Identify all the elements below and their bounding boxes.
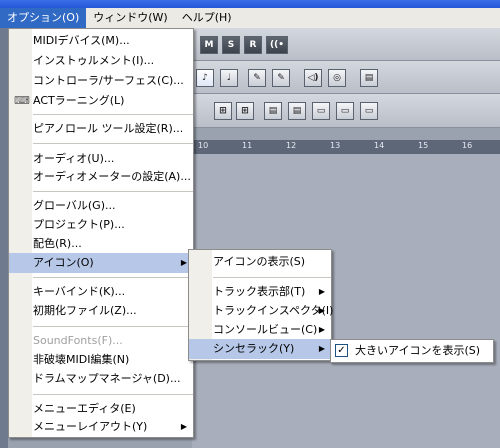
menu-item-colors[interactable]: 配色(R)... bbox=[9, 234, 193, 254]
menu-item-soundfonts: SoundFonts(F)... bbox=[33, 334, 123, 347]
submenu-arrow-icon: ▶ bbox=[180, 258, 187, 267]
menu-item-global[interactable]: グローバル(G)... bbox=[9, 196, 193, 216]
synth-rack-submenu: ✓ 大きいアイコンを表示(S) bbox=[330, 339, 494, 363]
submenu-arrow-icon: ▶ bbox=[180, 422, 187, 431]
view-window-icon[interactable]: ▭ bbox=[360, 102, 378, 120]
menu-item-project[interactable]: プロジェクト(P)... bbox=[9, 215, 193, 235]
note-tool-icon[interactable]: ♪ bbox=[196, 69, 214, 87]
menu-item-label: シンセラック(Y) bbox=[213, 342, 295, 355]
menu-item-nondestructive-midi[interactable]: 非破壊MIDI編集(N) bbox=[9, 350, 193, 370]
submenu-arrow-icon: ▶ bbox=[318, 325, 325, 334]
menu-item-drum-map-manager[interactable]: ドラムマップマネージャ(D)... bbox=[9, 369, 193, 389]
menu-item-label: アイコン(O) bbox=[33, 256, 94, 269]
options-menu: MIDIデバイス(M)... インストゥルメント(I)... コントローラ/サー… bbox=[8, 28, 194, 438]
menu-item-act-learning[interactable]: ⌨ ACTラーニング(L) bbox=[9, 91, 193, 111]
submenu-arrow-icon: ▶ bbox=[318, 306, 325, 315]
quarter-note-icon[interactable]: ♩ bbox=[220, 69, 238, 87]
edit-tool-icon[interactable]: ✎ bbox=[248, 69, 266, 87]
record-arm-button[interactable]: R bbox=[244, 36, 262, 54]
menu-item-audio-meter-settings[interactable]: オーディオメーターの設定(A)... bbox=[9, 167, 193, 187]
properties-icon[interactable]: ▤ bbox=[360, 69, 378, 87]
menu-item-label: コンソールビュー(C) bbox=[213, 323, 318, 336]
menu-item-show-icons[interactable]: アイコンの表示(S) bbox=[189, 252, 331, 272]
menu-item-track-view[interactable]: トラック表示部(T) ▶ bbox=[189, 282, 331, 302]
menu-item-midi-devices[interactable]: MIDIデバイス(M)... bbox=[9, 31, 193, 51]
ruler-tick: 11 bbox=[242, 141, 253, 150]
view-clip-icon[interactable]: ▭ bbox=[336, 102, 354, 120]
view-panel-icon[interactable]: ▭ bbox=[312, 102, 330, 120]
ruler-tick: 15 bbox=[418, 141, 429, 150]
act-learning-icon: ⌨ bbox=[14, 94, 30, 107]
fit-grid-icon[interactable]: ⊞ bbox=[236, 102, 254, 120]
menu-item-instruments[interactable]: インストゥルメント(I)... bbox=[9, 51, 193, 71]
menu-item-label: トラック表示部(T) bbox=[213, 285, 306, 298]
submenu-arrow-icon: ▶ bbox=[318, 287, 325, 296]
menu-window[interactable]: ウィンドウ(W) bbox=[86, 8, 174, 28]
menu-item-label: 大きいアイコンを表示(S) bbox=[355, 344, 481, 357]
menu-item-console-view[interactable]: コンソールビュー(C) ▶ bbox=[189, 320, 331, 340]
ruler-tick: 10 bbox=[198, 141, 209, 150]
menu-item-key-bindings[interactable]: キーバインド(K)... bbox=[9, 282, 193, 302]
input-echo-button[interactable]: ((• bbox=[266, 36, 288, 54]
ruler-tick: 16 bbox=[462, 141, 473, 150]
menu-bar: オプション(O) ウィンドウ(W) ヘルプ(H) bbox=[0, 8, 500, 28]
solo-button[interactable]: S bbox=[222, 36, 240, 54]
menu-item-audio[interactable]: オーディオ(U)... bbox=[9, 149, 193, 169]
menu-item-label: メニューレイアウト(Y) bbox=[33, 420, 148, 433]
menu-separator bbox=[33, 114, 193, 115]
menu-item-icons[interactable]: アイコン(O) ▶ bbox=[9, 253, 193, 273]
menu-separator bbox=[33, 394, 193, 395]
menu-item-init-files[interactable]: 初期化ファイル(Z)... bbox=[9, 301, 193, 321]
menu-item-show-large-icons[interactable]: ✓ 大きいアイコンを表示(S) bbox=[331, 341, 493, 361]
menu-separator bbox=[33, 143, 193, 144]
mute-button[interactable]: M bbox=[200, 36, 218, 54]
menu-item-pianoroll-tools[interactable]: ピアノロール ツール設定(R)... bbox=[9, 119, 193, 139]
submenu-arrow-icon: ▶ bbox=[318, 344, 325, 353]
icons-submenu: アイコンの表示(S) トラック表示部(T) ▶ トラックインスペクタ(I) ▶ … bbox=[188, 249, 334, 361]
view-track-icon[interactable]: ▤ bbox=[288, 102, 306, 120]
menu-item-track-inspector[interactable]: トラックインスペクタ(I) ▶ bbox=[189, 301, 334, 321]
checked-icon: ✓ bbox=[335, 344, 348, 357]
menu-item-controllers[interactable]: コントローラ/サーフェス(C)... bbox=[9, 71, 193, 91]
fit-vertical-icon[interactable]: ⊞ bbox=[214, 102, 232, 120]
menu-item-label: ACTラーニング(L) bbox=[33, 94, 125, 107]
menu-item-menu-layout[interactable]: メニューレイアウト(Y) ▶ bbox=[9, 417, 193, 437]
ruler-tick: 12 bbox=[286, 141, 297, 150]
toolbar-row-2: ♪ ♩ ✎ ✎ ◁) ◎ ▤ bbox=[192, 61, 500, 94]
left-strip bbox=[0, 28, 8, 448]
toolbar-row-3: ⊞ ⊞ ▤ ▤ ▭ ▭ ▭ bbox=[192, 94, 500, 128]
ruler-tick: 13 bbox=[330, 141, 341, 150]
menu-help[interactable]: ヘルプ(H) bbox=[175, 8, 239, 28]
time-ruler[interactable]: 10 11 12 13 14 15 16 bbox=[192, 140, 500, 154]
view-list-icon[interactable]: ▤ bbox=[264, 102, 282, 120]
window-title-bar bbox=[0, 0, 500, 8]
draw-tool-icon[interactable]: ✎ bbox=[272, 69, 290, 87]
menu-separator bbox=[33, 277, 193, 278]
menu-separator bbox=[213, 277, 331, 278]
speaker-icon[interactable]: ◁) bbox=[304, 69, 322, 87]
power-icon[interactable]: ◎ bbox=[328, 69, 346, 87]
menu-item-menu-editor[interactable]: メニューエディタ(E) bbox=[9, 399, 193, 419]
menu-options[interactable]: オプション(O) bbox=[0, 8, 87, 28]
menu-separator bbox=[33, 191, 193, 192]
toolbar-row-1: M S R ((• bbox=[192, 28, 500, 61]
menu-separator bbox=[33, 326, 193, 327]
menu-item-label: トラックインスペクタ(I) bbox=[213, 304, 334, 317]
ruler-tick: 14 bbox=[374, 141, 385, 150]
menu-item-synth-rack[interactable]: シンセラック(Y) ▶ bbox=[189, 339, 331, 359]
